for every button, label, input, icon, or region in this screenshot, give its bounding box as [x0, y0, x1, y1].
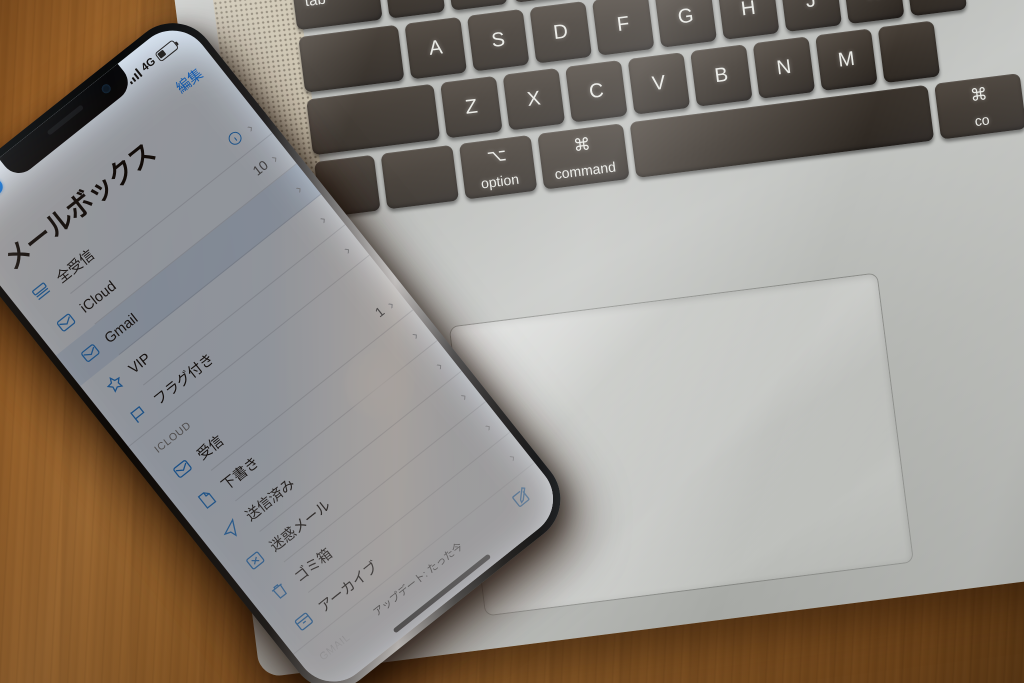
photo-scene: tab Q W E R T Y U I O P A S D F G H J: [0, 0, 1024, 683]
